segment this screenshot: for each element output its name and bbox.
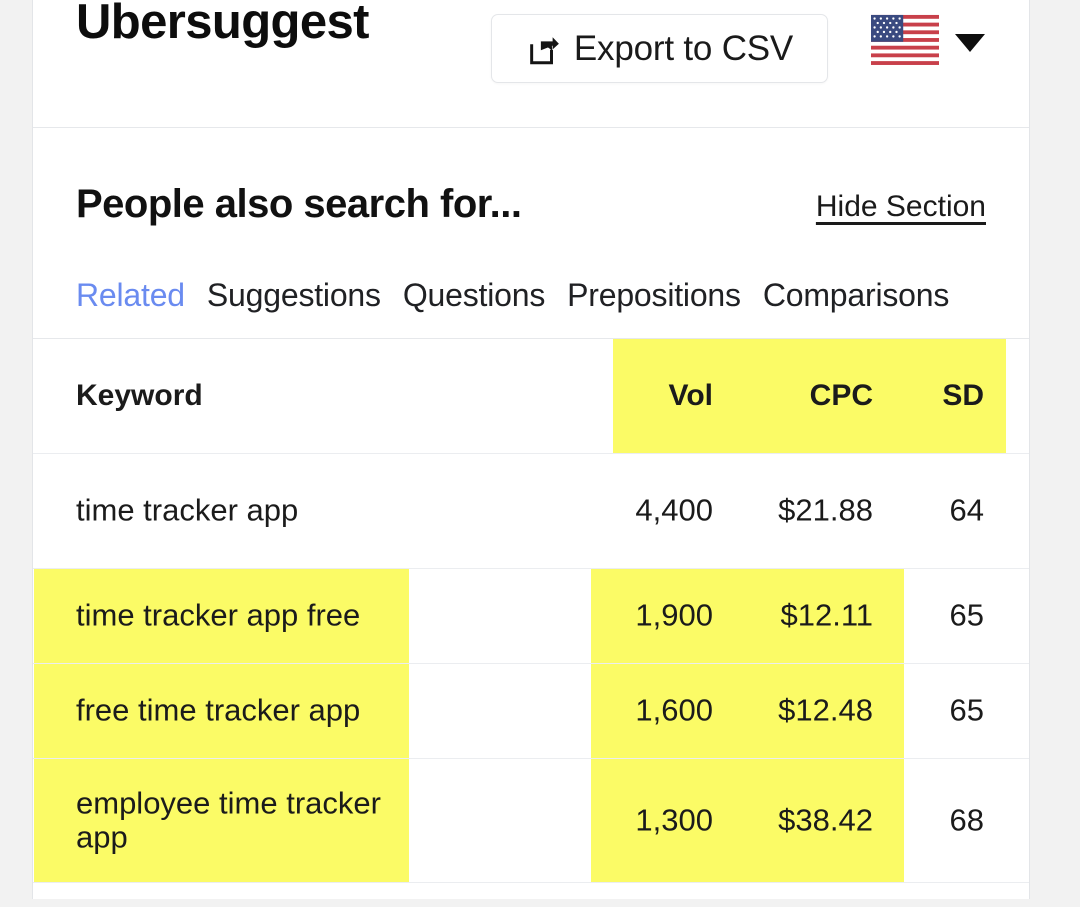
table-row[interactable]: free time tracker app 1,600 $12.48 65 [33,664,1029,759]
cell-cpc: $38.42 [778,802,873,838]
table-row-partial[interactable] [33,883,1029,899]
column-header-sd[interactable]: SD [888,379,984,413]
hide-section-link[interactable]: Hide Section [816,190,986,224]
cell-sd: 65 [949,597,984,633]
cell-sd: 65 [949,692,984,728]
page-title: Ubersuggest [76,0,370,49]
table-header-row: Keyword Vol CPC SD [33,339,1029,454]
chevron-down-icon[interactable] [955,34,985,52]
cell-keyword: employee time tracker app [76,784,381,855]
tab-suggestions[interactable]: Suggestions [207,279,381,311]
keyword-table: Keyword Vol CPC SD time tracker app 4,40… [33,339,1029,899]
export-to-csv-button[interactable]: Export to CSV [491,14,828,83]
column-header-vol[interactable]: Vol [553,379,713,413]
people-also-search-section-header: People also search for... Hide Section R… [33,128,1029,339]
cell-vol: 1,600 [635,692,713,728]
share-export-icon [530,36,559,64]
cell-cpc: $21.88 [778,492,873,528]
cell-keyword: free time tracker app [76,692,361,728]
keyword-tabs: Related Suggestions Questions Prepositio… [76,279,949,311]
cell-sd: 64 [949,492,984,528]
column-header-keyword[interactable]: Keyword [76,379,396,413]
column-header-cpc[interactable]: CPC [723,379,873,413]
ubersuggest-panel: Ubersuggest Export to CSV People also se… [32,0,1030,899]
table-row[interactable]: time tracker app 4,400 $21.88 64 [33,454,1029,569]
table-row[interactable]: employee time tracker app 1,300 $38.42 6… [33,759,1029,883]
table-row[interactable]: time tracker app free 1,900 $12.11 65 [33,569,1029,664]
app-header: Ubersuggest Export to CSV [33,0,1029,128]
cell-sd: 68 [949,802,984,838]
cell-cpc: $12.11 [780,597,873,633]
tab-related[interactable]: Related [76,279,185,311]
tab-prepositions[interactable]: Prepositions [567,279,741,311]
cell-keyword: time tracker app free [76,597,361,633]
country-selector[interactable] [871,14,985,66]
export-to-csv-label: Export to CSV [573,29,794,68]
tab-comparisons[interactable]: Comparisons [763,279,950,311]
section-title: People also search for... [76,182,522,226]
cell-cpc: $12.48 [778,692,873,728]
tab-questions[interactable]: Questions [403,279,545,311]
us-flag-icon [871,14,939,66]
cell-vol: 1,900 [635,597,713,633]
cell-vol: 4,400 [635,492,713,528]
cell-vol: 1,300 [635,802,713,838]
cell-keyword: time tracker app [76,492,299,528]
